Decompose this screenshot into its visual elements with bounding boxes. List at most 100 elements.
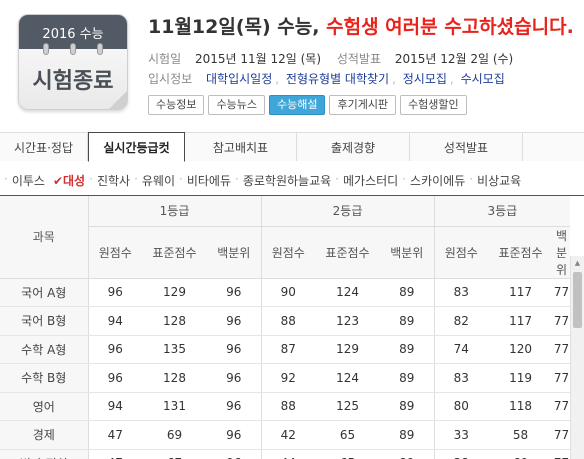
provider-skyedu[interactable]: 스카이에듀 bbox=[406, 172, 469, 189]
provider-jongro[interactable]: 종로학원하늘교육 bbox=[239, 172, 335, 189]
value-cell: 77 bbox=[553, 306, 571, 336]
exam-date: 2015년 11월 12일 (목) bbox=[194, 52, 321, 66]
tab-reference-placement[interactable]: 참고배치표 bbox=[185, 132, 297, 161]
table-row: 영어 94 131 96 88 125 89 80 118 77 bbox=[0, 392, 571, 421]
standard-score-header: 표준점수 bbox=[315, 226, 381, 279]
provider-uway[interactable]: 유웨이 bbox=[138, 172, 179, 189]
grade-header-row: 과목 1등급 2등급 3등급 bbox=[0, 196, 571, 279]
link-rolling-admission[interactable]: 수시모집 bbox=[461, 72, 505, 86]
value-cell: 89 bbox=[380, 449, 435, 459]
provider-megastudy[interactable]: 메가스터디 bbox=[339, 172, 402, 189]
value-cell: 96 bbox=[87, 278, 142, 307]
value-cell: 118 bbox=[488, 392, 554, 421]
value-cell: 83 bbox=[433, 363, 489, 393]
calendar-rings-icon bbox=[19, 43, 127, 55]
value-cell: 77 bbox=[553, 420, 571, 450]
value-cell: 96 bbox=[207, 363, 262, 393]
standard-score-header: 표준점수 bbox=[142, 226, 207, 279]
scroll-thumb[interactable] bbox=[573, 272, 582, 328]
page-curl-icon bbox=[109, 91, 127, 109]
scroll-up-arrow-icon[interactable]: ▲ bbox=[571, 256, 584, 270]
entrance-info-row: 입시정보 대학입시일정, 전형유형별 대학찾기, 정시모집, 수시모집 bbox=[148, 72, 505, 86]
value-cell: 65 bbox=[315, 449, 381, 459]
value-cell: 96 bbox=[207, 420, 262, 450]
table-scrollbar[interactable]: ▲ bbox=[570, 256, 584, 459]
tab-realtime-cutoff[interactable]: 실시간등급컷 bbox=[88, 132, 185, 162]
value-cell: 89 bbox=[380, 335, 435, 364]
percentile-header: 백분위 bbox=[380, 226, 435, 279]
grade-2-header: 2등급 bbox=[260, 196, 435, 227]
provider-vitaedu[interactable]: 비타에듀 bbox=[183, 172, 235, 189]
page-headline: 11월12일(목) 수능, 수험생 여러분 수고하셨습니다. bbox=[148, 12, 574, 39]
table-row: 수학 B형 96 128 96 92 124 89 83 119 77 bbox=[0, 363, 571, 393]
table-row: 국어 B형 94 128 96 88 123 89 82 117 77 bbox=[0, 306, 571, 336]
table-row: 수학 A형 96 135 96 87 129 89 74 120 77 bbox=[0, 335, 571, 364]
value-cell: 96 bbox=[87, 335, 142, 364]
value-cell: 124 bbox=[315, 278, 381, 307]
subject-cell: 국어 B형 bbox=[0, 306, 88, 336]
table-row: 국어 A형 96 129 96 90 124 89 83 117 77 bbox=[0, 278, 571, 307]
exam-info-row: 시험일 2015년 11월 12일 (목) 성적발표 2015년 12월 2일 … bbox=[148, 50, 525, 67]
link-find-university[interactable]: 전형유형별 대학찾기 bbox=[286, 72, 389, 86]
value-cell: 96 bbox=[207, 335, 262, 364]
value-cell: 47 bbox=[87, 420, 142, 450]
value-cell: 128 bbox=[142, 363, 207, 393]
value-cell: 77 bbox=[553, 363, 571, 393]
value-cell: 60 bbox=[488, 449, 554, 459]
grade-1-header: 1등급 bbox=[87, 196, 262, 227]
provider-visang[interactable]: 비상교육 bbox=[473, 172, 525, 189]
value-cell: 44 bbox=[260, 449, 316, 459]
value-cell: 117 bbox=[488, 278, 554, 307]
provider-etoos[interactable]: 이투스 bbox=[8, 172, 49, 189]
value-cell: 124 bbox=[315, 363, 381, 393]
tab-schedule-answers[interactable]: 시간표·정답 bbox=[0, 132, 88, 161]
subject-cell: 수학 B형 bbox=[0, 363, 88, 393]
raw-score-header: 원점수 bbox=[260, 226, 316, 279]
raw-score-header: 원점수 bbox=[433, 226, 489, 279]
subject-cell: 국어 A형 bbox=[0, 278, 88, 307]
table-row: 경제 47 69 96 42 65 89 33 58 77 bbox=[0, 420, 571, 450]
button-review-board[interactable]: 후기게시판 bbox=[329, 95, 397, 115]
subject-header: 과목 bbox=[0, 196, 88, 279]
provider-jinhak[interactable]: 진학사 bbox=[93, 172, 134, 189]
quick-buttons: 수능정보 수능뉴스 수능해설 후기게시판 수험생할인 bbox=[148, 95, 467, 115]
exam-date-label: 시험일 bbox=[148, 52, 182, 66]
value-cell: 74 bbox=[433, 335, 489, 364]
tab-exam-trends[interactable]: 출제경향 bbox=[297, 132, 410, 161]
headline-highlight: 수험생 여러분 수고하셨습니다. bbox=[326, 16, 574, 38]
button-exam-news[interactable]: 수능뉴스 bbox=[208, 95, 265, 115]
value-cell: 89 bbox=[380, 392, 435, 421]
link-regular-admission[interactable]: 정시모집 bbox=[403, 72, 447, 86]
value-cell: 58 bbox=[488, 420, 554, 450]
provider-daesung[interactable]: ✔대성 bbox=[49, 172, 89, 189]
subject-cell: 영어 bbox=[0, 392, 88, 421]
value-cell: 67 bbox=[142, 449, 207, 459]
value-cell: 135 bbox=[142, 335, 207, 364]
value-cell: 92 bbox=[260, 363, 316, 393]
link-admission-schedule[interactable]: 대학입시일정 bbox=[206, 72, 272, 86]
value-cell: 77 bbox=[553, 335, 571, 364]
value-cell: 129 bbox=[142, 278, 207, 307]
subject-cell: 경제 bbox=[0, 420, 88, 450]
value-cell: 96 bbox=[207, 449, 262, 459]
value-cell: 94 bbox=[87, 306, 142, 336]
button-exam-explanation[interactable]: 수능해설 bbox=[268, 95, 326, 115]
value-cell: 69 bbox=[142, 420, 207, 450]
value-cell: 129 bbox=[315, 335, 381, 364]
value-cell: 125 bbox=[315, 392, 381, 421]
value-cell: 65 bbox=[315, 420, 381, 450]
value-cell: 42 bbox=[260, 420, 316, 450]
grade-3-header: 3등급 bbox=[433, 196, 571, 227]
table-row: 법과 정치 47 67 96 44 65 89 38 60 77 bbox=[0, 449, 571, 459]
value-cell: 117 bbox=[488, 306, 554, 336]
subject-cell: 수학 A형 bbox=[0, 335, 88, 364]
value-cell: 96 bbox=[87, 363, 142, 393]
value-cell: 82 bbox=[433, 306, 489, 336]
value-cell: 123 bbox=[315, 306, 381, 336]
button-exam-info[interactable]: 수능정보 bbox=[148, 95, 205, 115]
button-student-discount[interactable]: 수험생할인 bbox=[400, 95, 467, 115]
raw-score-header: 원점수 bbox=[87, 226, 142, 279]
tab-score-release[interactable]: 성적발표 bbox=[410, 132, 523, 161]
value-cell: 120 bbox=[488, 335, 554, 364]
value-cell: 90 bbox=[260, 278, 316, 307]
